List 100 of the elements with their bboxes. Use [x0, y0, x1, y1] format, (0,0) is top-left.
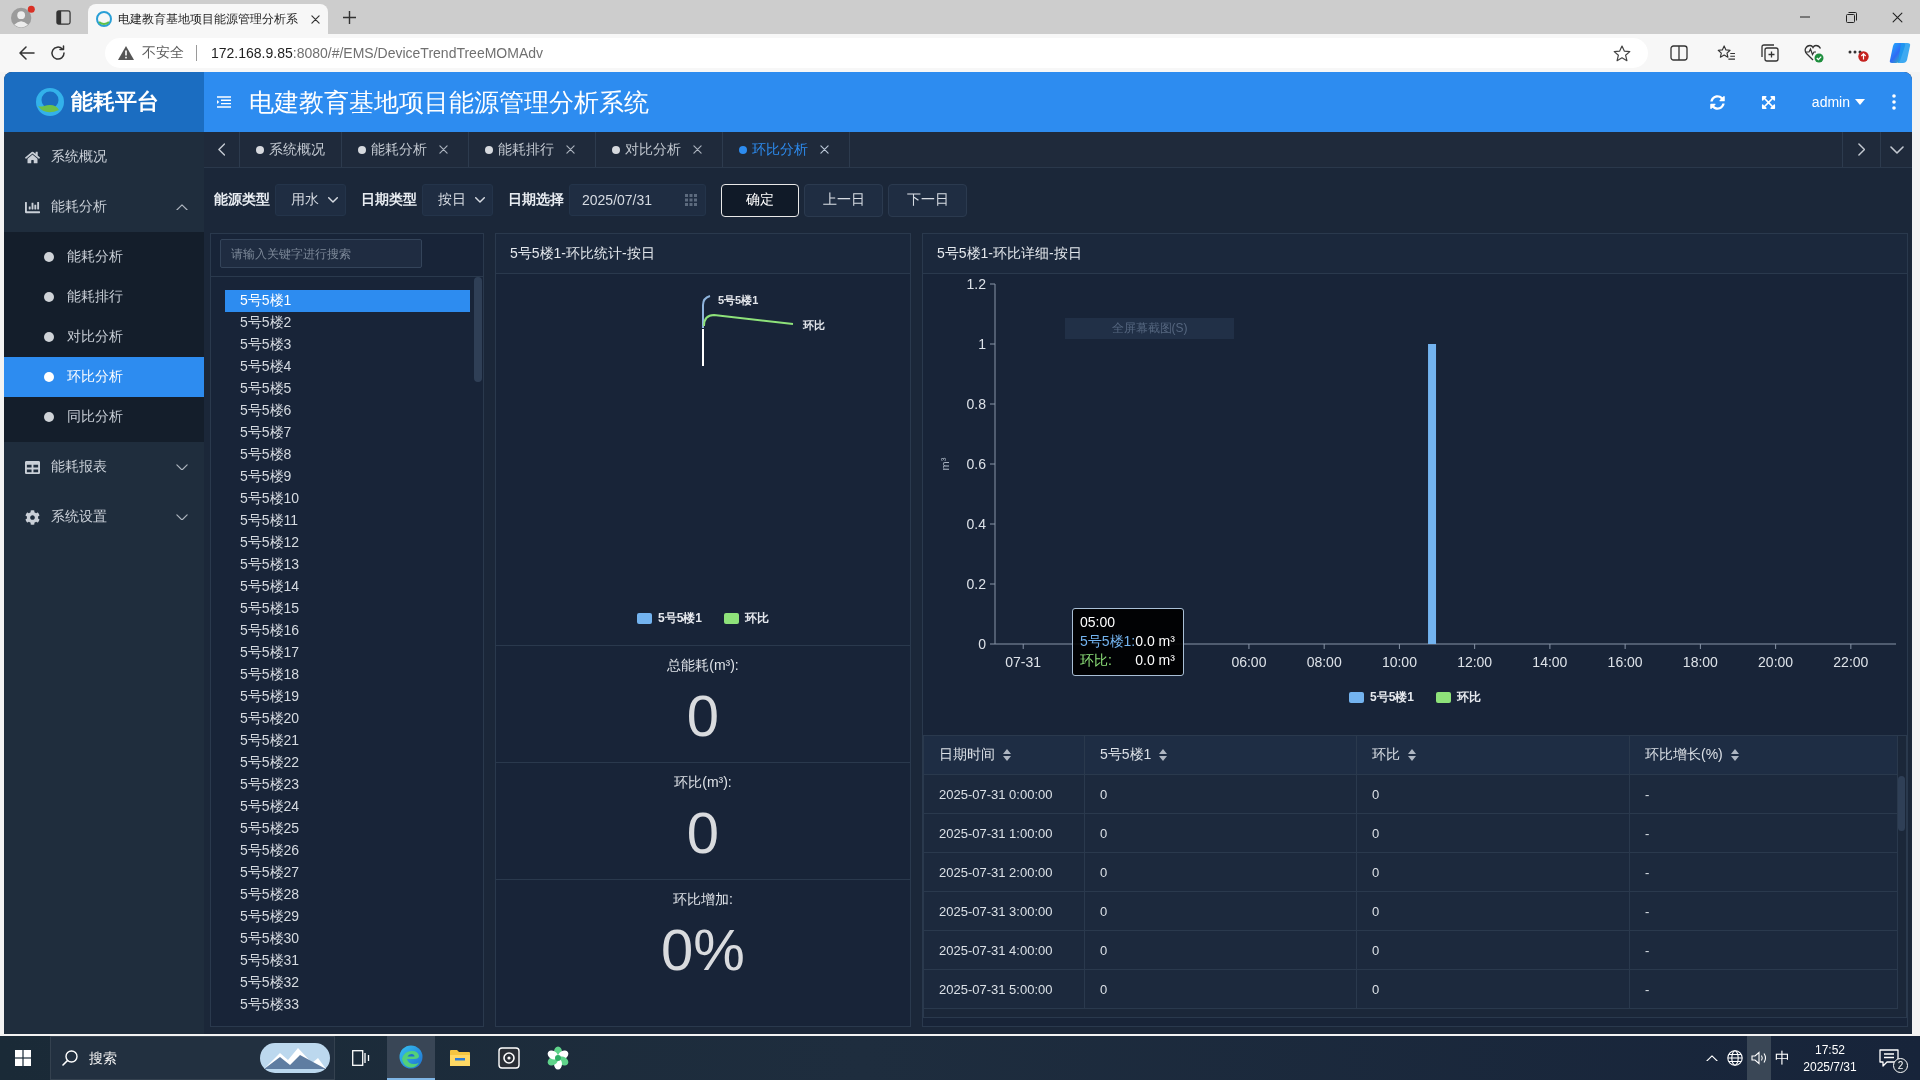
tree-item[interactable]: 5号5楼6 — [225, 400, 470, 422]
tree-item[interactable]: 5号5楼10 — [225, 488, 470, 510]
security-indicator[interactable]: 不安全 — [142, 44, 184, 62]
sidebar-item[interactable]: 能耗报表 — [4, 442, 204, 492]
tree-item[interactable]: 5号5楼16 — [225, 620, 470, 642]
tree-item[interactable]: 5号5楼21 — [225, 730, 470, 752]
tree-item[interactable]: 5号5楼11 — [225, 510, 470, 532]
fullscreen-icon[interactable] — [1760, 94, 1776, 110]
close-icon[interactable] — [693, 145, 702, 154]
scrollbar[interactable] — [474, 277, 482, 382]
sidebar-item[interactable]: 系统概况 — [4, 132, 204, 182]
profile-avatar-icon[interactable] — [10, 5, 36, 29]
tree-item[interactable]: 5号5楼18 — [225, 664, 470, 686]
table-header-cell[interactable]: 日期时间 — [924, 736, 1085, 775]
tree-item[interactable]: 5号5楼15 — [225, 598, 470, 620]
tree-item[interactable]: 5号5楼5 — [225, 378, 470, 400]
confirm-button[interactable]: 确定 — [721, 183, 799, 217]
page-tab[interactable]: 对比分析 — [596, 132, 723, 167]
close-icon[interactable] — [1891, 11, 1903, 23]
page-tab[interactable]: 环比分析 — [723, 132, 850, 167]
heart-pulse-icon[interactable] — [1804, 43, 1824, 63]
select-field[interactable]: 按日 — [422, 184, 493, 216]
chevron-right-icon[interactable] — [1857, 143, 1866, 156]
tree-item[interactable]: 5号5楼9 — [225, 466, 470, 488]
tree-item[interactable]: 5号5楼2 — [225, 312, 470, 334]
sidebar-subitem[interactable]: 对比分析 — [4, 317, 204, 357]
tree-item[interactable]: 5号5楼3 — [225, 334, 470, 356]
search-field[interactable]: 请输入关键字进行搜索 — [220, 239, 422, 268]
tree-item[interactable]: 5号5楼22 — [225, 752, 470, 774]
tree-item[interactable]: 5号5楼26 — [225, 840, 470, 862]
start-icon[interactable] — [15, 1050, 31, 1066]
tree-item[interactable]: 5号5楼33 — [225, 994, 470, 1016]
browser-tab[interactable]: 电建教育基地项目能源管理分析系 — [88, 4, 328, 34]
ime-indicator[interactable]: 中 — [1771, 1048, 1793, 1068]
previous-day-button[interactable]: 上一日 — [804, 183, 883, 217]
sidebar-item[interactable]: 系统设置 — [4, 492, 204, 542]
notification-icon[interactable] — [1879, 1049, 1899, 1067]
star-icon[interactable] — [1613, 44, 1631, 62]
tree-item[interactable]: 5号5楼29 — [225, 906, 470, 928]
speaker-icon[interactable] — [1750, 1051, 1768, 1065]
task-view-icon[interactable] — [352, 1050, 370, 1066]
tree-item[interactable]: 5号5楼20 — [225, 708, 470, 730]
page-tab[interactable]: 系统概况 — [240, 132, 342, 167]
swirl-logo-icon[interactable] — [399, 1045, 423, 1069]
sidebar-subitem[interactable]: 同比分析 — [4, 397, 204, 437]
tree-item[interactable]: 5号5楼23 — [225, 774, 470, 796]
clock[interactable]: 17:52 2025/7/31 — [1793, 1042, 1867, 1074]
arrow-left-icon[interactable] — [19, 46, 35, 60]
address-field[interactable]: 不安全 172.168.9.85:8080/#/EMS/DeviceTrendTreeMOMAdv — [105, 38, 1648, 68]
taskbar-search-box[interactable]: 搜索 — [50, 1036, 335, 1080]
close-icon[interactable] — [439, 145, 448, 154]
tree-item[interactable]: 5号5楼25 — [225, 818, 470, 840]
sidebar-item[interactable]: 能耗分析 — [4, 182, 204, 232]
tree-item[interactable]: 5号5楼7 — [225, 422, 470, 444]
table-header-cell[interactable]: 环比 — [1357, 736, 1630, 775]
page-tab[interactable]: 能耗排行 — [469, 132, 596, 167]
chevron-up-icon[interactable] — [1706, 1054, 1718, 1062]
flower-icon[interactable] — [545, 1046, 570, 1070]
globe-icon[interactable] — [1727, 1050, 1743, 1066]
folder-icon[interactable] — [448, 1049, 471, 1067]
tree-item[interactable]: 5号5楼31 — [225, 950, 470, 972]
menu-icon[interactable] — [217, 96, 231, 108]
close-icon[interactable] — [311, 14, 320, 24]
tree-item[interactable]: 5号5楼24 — [225, 796, 470, 818]
split-screen-icon[interactable] — [1670, 45, 1688, 61]
chevron-down-icon[interactable] — [1889, 145, 1904, 154]
app-tile-icon[interactable] — [497, 1047, 520, 1069]
sidebar-subitem[interactable]: 能耗排行 — [4, 277, 204, 317]
refresh-icon[interactable] — [50, 45, 66, 61]
select-field[interactable]: 用水 — [275, 184, 346, 216]
plus-icon[interactable] — [343, 10, 356, 24]
scrollbar[interactable] — [1898, 776, 1905, 831]
tree-item[interactable]: 5号5楼8 — [225, 444, 470, 466]
tree-item[interactable]: 5号5楼4 — [225, 356, 470, 378]
chevron-left-icon[interactable] — [217, 143, 226, 156]
window-icon[interactable] — [55, 9, 71, 25]
tree-item[interactable]: 5号5楼17 — [225, 642, 470, 664]
tree-item[interactable]: 5号5楼14 — [225, 576, 470, 598]
tree-item[interactable]: 5号5楼19 — [225, 686, 470, 708]
restore-icon[interactable] — [1845, 11, 1857, 23]
page-tab[interactable]: 能耗分析 — [342, 132, 469, 167]
taskbar-button[interactable] — [387, 1036, 435, 1080]
date-field[interactable]: 2025/07/31 — [569, 184, 706, 216]
tree-item[interactable]: 5号5楼30 — [225, 928, 470, 950]
tree-item[interactable]: 5号5楼12 — [225, 532, 470, 554]
close-icon[interactable] — [566, 145, 575, 154]
gradient-logo-icon[interactable] — [1888, 41, 1912, 65]
tree-item[interactable]: 5号5楼28 — [225, 884, 470, 906]
star-list-icon[interactable] — [1716, 45, 1736, 61]
more-vertical-icon[interactable] — [1892, 94, 1896, 110]
tree-item[interactable]: 5号5楼32 — [225, 972, 470, 994]
tray-button[interactable] — [1747, 1036, 1771, 1080]
tree-item[interactable]: 5号5楼13 — [225, 554, 470, 576]
table-header-cell[interactable]: 环比增长(%) — [1630, 736, 1898, 775]
square-plus-icon[interactable] — [1761, 44, 1779, 62]
table-header-cell[interactable]: 5号5楼1 — [1085, 736, 1357, 775]
search-field[interactable]: 搜索 — [89, 1048, 249, 1068]
tree-item[interactable]: 5号5楼27 — [225, 862, 470, 884]
sidebar-subitem[interactable]: 能耗分析 — [4, 237, 204, 277]
next-day-button[interactable]: 下一日 — [888, 183, 967, 217]
